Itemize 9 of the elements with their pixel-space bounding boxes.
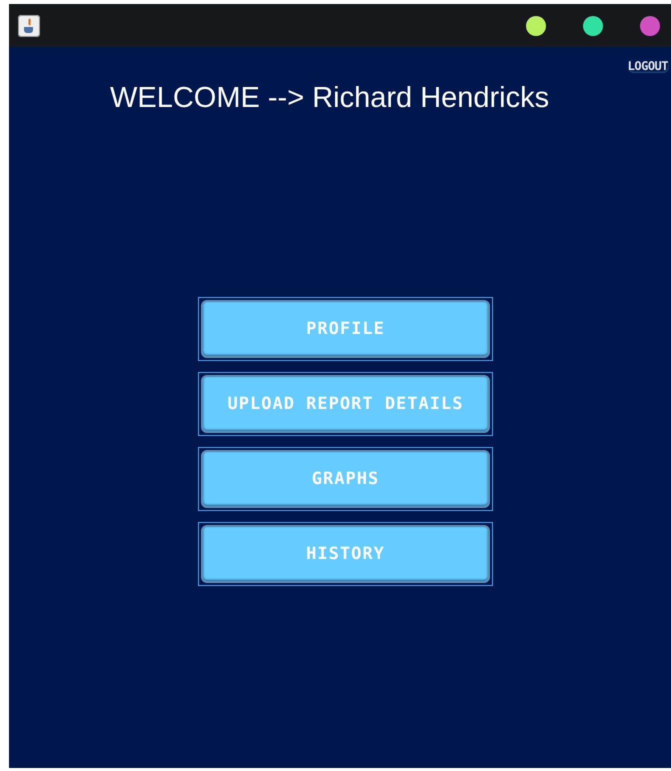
window-control[interactable] (583, 16, 603, 36)
window-control[interactable] (526, 16, 546, 36)
menu-button[interactable]: HISTORY (201, 525, 490, 583)
welcome-title: WELCOME --> Richard Hendricks (110, 81, 550, 116)
menu-button[interactable]: UPLOAD REPORT DETAILS (201, 375, 490, 433)
logout-button[interactable]: LOGOUT (628, 59, 669, 73)
menu-button[interactable]: PROFILE (201, 300, 490, 358)
app-icon (18, 14, 40, 36)
menu-button[interactable]: GRAPHS (201, 450, 490, 508)
